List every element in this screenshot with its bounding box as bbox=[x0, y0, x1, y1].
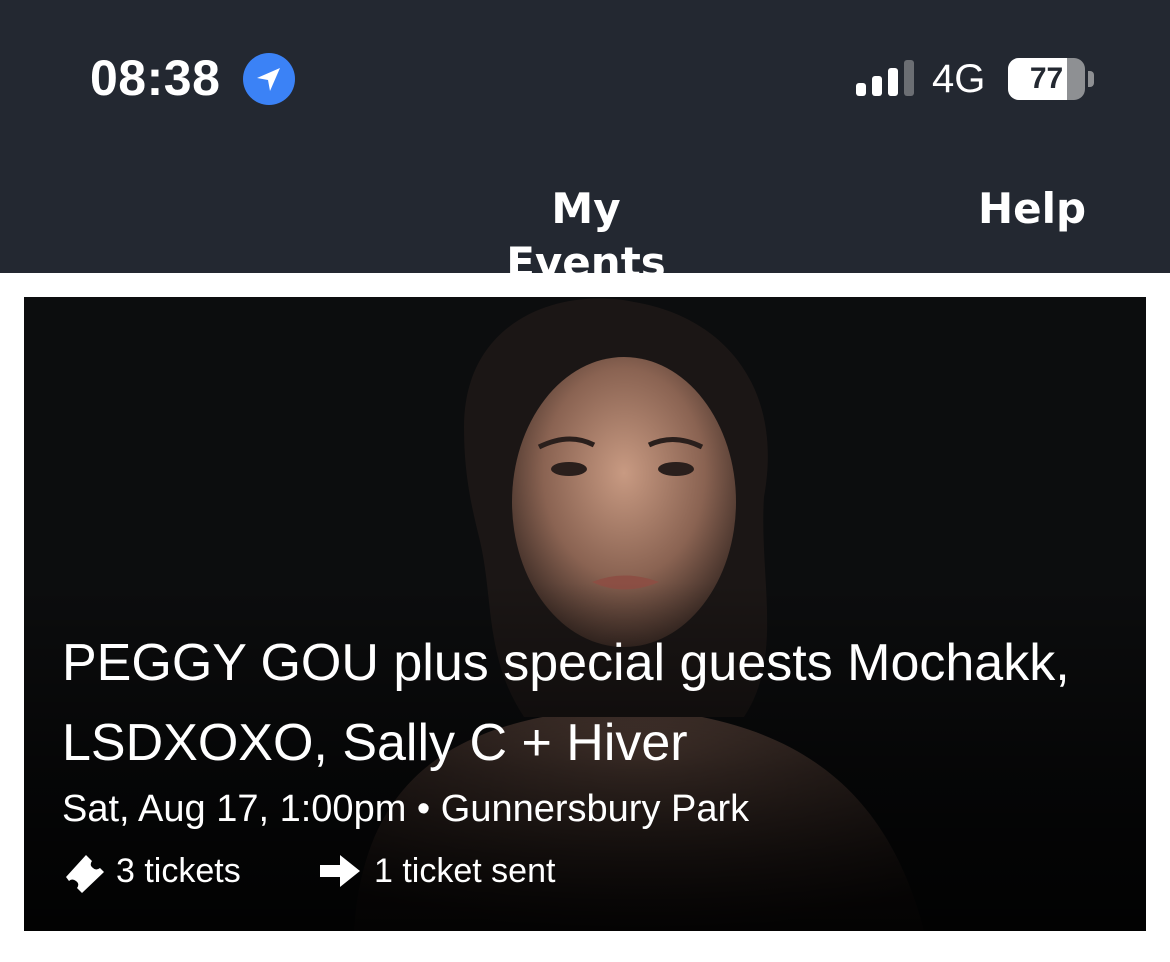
event-title: PEGGY GOU plus special guests Mochakk, L… bbox=[62, 634, 1070, 772]
tickets-count: 3 tickets bbox=[116, 852, 241, 890]
arrow-right-icon bbox=[320, 855, 360, 887]
network-type: 4G bbox=[932, 57, 986, 101]
battery-cap bbox=[1088, 71, 1094, 87]
location-arrow-icon bbox=[243, 53, 295, 105]
image-gradient-overlay bbox=[24, 297, 1146, 931]
status-time: 08:38 bbox=[90, 50, 221, 106]
tickets-sent: 1 ticket sent bbox=[374, 852, 556, 890]
battery-body: 77 bbox=[1008, 58, 1085, 100]
battery-indicator: 77 bbox=[1008, 58, 1094, 100]
battery-level: 77 bbox=[1029, 62, 1064, 95]
help-button[interactable]: Help bbox=[978, 182, 1086, 236]
event-date-venue: Sat, Aug 17, 1:00pm • Gunnersbury Park bbox=[62, 788, 750, 830]
event-card[interactable]: PEGGY GOU plus special guests Mochakk, L… bbox=[24, 297, 1146, 931]
cellular-signal-icon bbox=[856, 60, 914, 96]
ticket-summary: 3 tickets 1 ticket sent bbox=[62, 849, 762, 893]
ticket-icon bbox=[66, 855, 104, 893]
app-header: 08:38 4G 77 My Events Help bbox=[0, 0, 1170, 287]
page-title: My Events bbox=[506, 184, 666, 287]
